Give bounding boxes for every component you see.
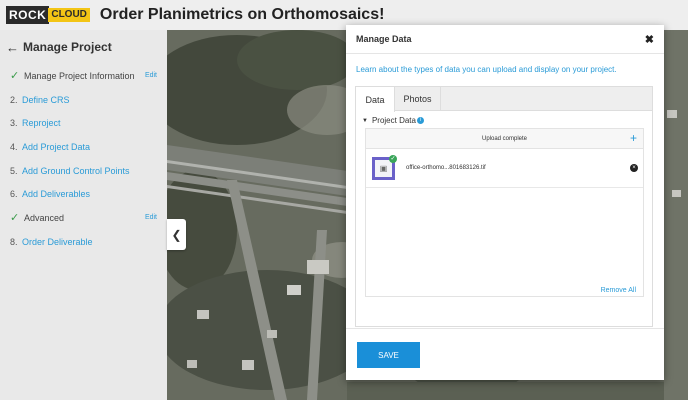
modal-divider bbox=[346, 328, 664, 329]
remove-all-link[interactable]: Remove All bbox=[601, 287, 636, 294]
data-types-link[interactable]: Learn about the types of data you can up… bbox=[356, 65, 664, 74]
step-number: 2. bbox=[10, 94, 18, 105]
page-title: Order Planimetrics on Orthomosaics! bbox=[99, 6, 385, 23]
arrow-left-icon[interactable]: ← bbox=[6, 40, 19, 55]
sidebar-item-define-crs[interactable]: 2. Define CRS bbox=[0, 88, 167, 112]
tab-bar: Data Photos bbox=[356, 87, 652, 112]
check-icon: ✓ bbox=[10, 70, 20, 83]
plus-icon[interactable]: + bbox=[630, 131, 637, 145]
sidebar-item-reproject[interactable]: 3. Reproject bbox=[0, 111, 167, 135]
remove-circle-icon[interactable]: × bbox=[630, 164, 638, 172]
sidebar-item-label: Manage Project Information bbox=[24, 70, 135, 81]
logo-cloud-text: CLOUD bbox=[48, 8, 90, 22]
manage-data-modal: Manage Data ✖ Learn about the types of d… bbox=[346, 25, 664, 380]
edit-link[interactable]: Edit bbox=[145, 214, 157, 221]
file-thumbnail: ▣ ✓ bbox=[372, 154, 397, 180]
sidebar-item-advanced[interactable]: ✓ Advanced Edit bbox=[0, 206, 167, 230]
step-number: 4. bbox=[10, 141, 18, 152]
rockcloud-logo[interactable]: ROCK CLOUD bbox=[6, 6, 90, 24]
sidebar-header[interactable]: ← Manage Project bbox=[0, 30, 167, 64]
check-circle-icon: ✓ bbox=[389, 154, 397, 163]
upload-status: Upload complete bbox=[481, 135, 528, 142]
upload-status-bar: Upload complete + bbox=[366, 129, 643, 149]
sidebar-item-add-project-data[interactable]: 4. Add Project Data bbox=[0, 135, 167, 159]
step-number: 6. bbox=[10, 189, 18, 200]
sidebar-item-label: Add Project Data bbox=[22, 141, 91, 152]
sidebar-item-manage-project-information[interactable]: ✓ Manage Project Information Edit bbox=[0, 64, 167, 88]
sidebar-steps: ✓ Manage Project Information Edit 2. Define … bbox=[0, 64, 167, 254]
project-data-label: Project Data bbox=[371, 116, 416, 125]
project-data-toggle[interactable]: ▼ Project Data i bbox=[362, 116, 652, 125]
file-row: ▣ ✓ office-orthomo...801683126.tif × bbox=[366, 149, 643, 188]
modal-title: Manage Data bbox=[356, 34, 412, 44]
logo-rock-text: ROCK bbox=[6, 6, 50, 24]
upload-panel: Upload complete + ▣ ✓ office-orthomo...8… bbox=[365, 128, 644, 297]
sidebar-item-label: Add Ground Control Points bbox=[22, 165, 130, 176]
edit-link[interactable]: Edit bbox=[145, 72, 157, 79]
data-tabs-panel: Data Photos ▼ Project Data i Upload comp… bbox=[355, 86, 653, 327]
step-number: 3. bbox=[10, 118, 18, 129]
sidebar: ← Manage Project ✓ Manage Project Informa… bbox=[0, 30, 167, 400]
tab-photos[interactable]: Photos bbox=[395, 87, 441, 111]
sidebar-item-label: Reproject bbox=[22, 118, 61, 129]
sidebar-item-label: Add Deliverables bbox=[22, 189, 91, 200]
save-button[interactable]: SAVE bbox=[357, 342, 420, 368]
chevron-left-icon: ❮ bbox=[171, 227, 182, 242]
check-icon: ✓ bbox=[10, 212, 20, 225]
image-icon: ▣ bbox=[379, 163, 388, 173]
modal-header: Manage Data ✖ bbox=[346, 25, 664, 54]
sidebar-item-label: Order Deliverable bbox=[22, 236, 93, 247]
caret-down-icon: ▼ bbox=[362, 117, 368, 124]
step-number: 8. bbox=[10, 236, 18, 247]
sidebar-item-add-deliverables[interactable]: 6. Add Deliverables bbox=[0, 182, 167, 206]
info-icon[interactable]: i bbox=[416, 117, 424, 124]
collapse-sidebar-button[interactable]: ❮ bbox=[167, 219, 186, 250]
sidebar-title: Manage Project bbox=[23, 40, 112, 54]
sidebar-item-add-ground-control-points[interactable]: 5. Add Ground Control Points bbox=[0, 159, 167, 183]
sidebar-item-order-deliverable[interactable]: 8. Order Deliverable bbox=[0, 230, 167, 254]
close-icon[interactable]: ✖ bbox=[645, 33, 654, 46]
sidebar-item-label: Define CRS bbox=[22, 94, 70, 105]
sidebar-item-label: Advanced bbox=[24, 212, 65, 223]
file-name: office-orthomo...801683126.tif bbox=[406, 165, 486, 171]
step-number: 5. bbox=[10, 165, 18, 176]
tab-data[interactable]: Data bbox=[356, 87, 395, 112]
